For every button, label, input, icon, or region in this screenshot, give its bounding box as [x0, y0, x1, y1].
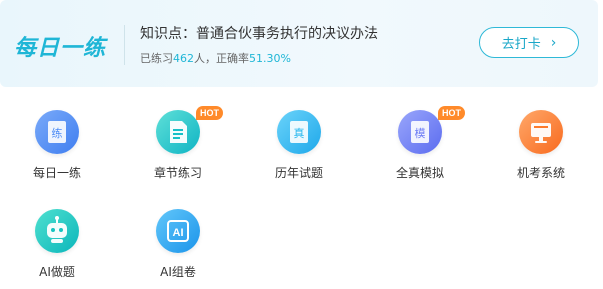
feature-ai-paper[interactable]: AI AI组卷 [138, 209, 218, 289]
past-exams-icon: 真 [277, 110, 321, 154]
mock-exam-icon: 模 [398, 110, 442, 154]
practice-stats: 已练习462人，正确率51.30% [140, 50, 291, 66]
hot-badge: HOT [438, 106, 465, 120]
feature-ai-practice[interactable]: AI做题 [17, 209, 97, 289]
ai-robot-icon [35, 209, 79, 253]
past-exams-glyph: 真 [294, 126, 305, 140]
feature-label: AI做题 [39, 265, 75, 279]
ai-paper-icon: AI [156, 209, 200, 253]
feature-label: 每日一练 [32, 166, 81, 180]
stats-mid: 人，正确率 [194, 52, 249, 65]
daily-practice-banner: 每日一练 知识点：普通合伙事务执行的决议办法 已练习462人，正确率51.30%… [0, 0, 598, 87]
chevron-right-icon: › [550, 34, 557, 51]
knowledge-point-title: 知识点：普通合伙事务执行的决议办法 [140, 26, 378, 42]
feature-label: AI组卷 [160, 265, 196, 279]
feature-past-exams[interactable]: 真 历年试题 [259, 110, 339, 190]
practiced-count: 462 [173, 52, 194, 65]
feature-label: 历年试题 [274, 166, 323, 180]
mock-exam-glyph: 模 [415, 127, 426, 140]
feature-computer-exam[interactable]: 机考系统 [501, 110, 581, 190]
computer-exam-icon [519, 110, 563, 154]
daily-practice-icon: 练 [35, 110, 79, 154]
accuracy-rate: 51.30% [249, 52, 291, 65]
daily-practice-brand: 每日一练 [14, 36, 107, 61]
ai-paper-glyph: AI [173, 227, 184, 239]
feature-label: 机考系统 [516, 166, 565, 180]
chapter-practice-icon [156, 110, 200, 154]
checkin-label: 去打卡 [501, 37, 541, 52]
banner-divider [124, 25, 125, 65]
feature-mock-exam[interactable]: 模 HOT 全真模拟 [380, 106, 465, 190]
hot-badge: HOT [196, 106, 223, 120]
daily-practice-glyph: 练 [52, 126, 63, 140]
feature-label: 章节练习 [153, 166, 202, 180]
feature-chapter-practice[interactable]: HOT 章节练习 [138, 106, 223, 190]
stats-prefix: 已练习 [140, 52, 173, 65]
feature-daily-practice[interactable]: 练 每日一练 [17, 110, 97, 190]
feature-label: 全真模拟 [395, 166, 444, 180]
checkin-button[interactable]: 去打卡 › [479, 27, 579, 58]
